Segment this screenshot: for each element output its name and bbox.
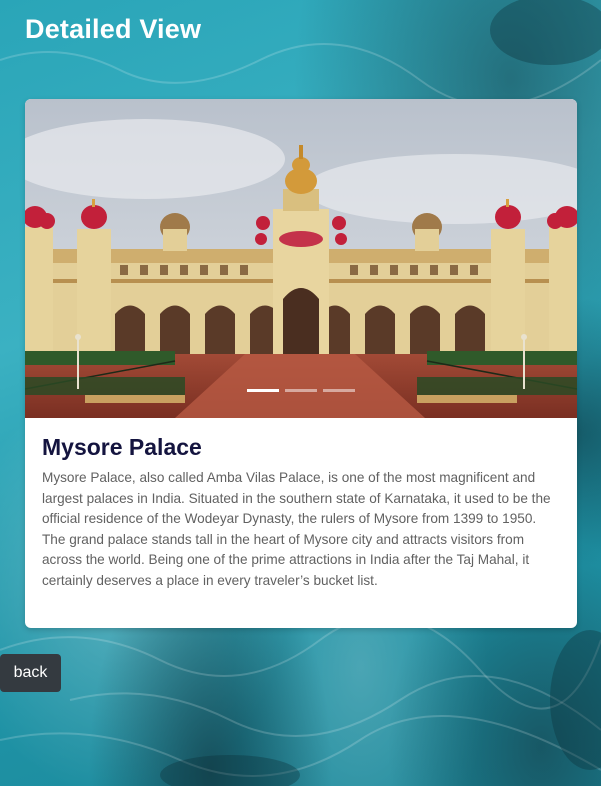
palace-image (25, 99, 577, 418)
carousel-indicator[interactable] (323, 389, 355, 392)
card-body: Mysore Palace Mysore Palace, also called… (25, 418, 577, 591)
place-title: Mysore Palace (42, 434, 202, 460)
page-title: Detailed View (25, 14, 202, 44)
carousel-indicators (25, 389, 577, 392)
image-carousel[interactable] (25, 99, 577, 418)
carousel-indicator[interactable] (247, 389, 279, 392)
carousel-indicator[interactable] (285, 389, 317, 392)
place-description: Mysore Palace, also called Amba Vilas Pa… (42, 470, 551, 588)
place-card: Mysore Palace Mysore Palace, also called… (25, 99, 577, 628)
back-button[interactable]: back (0, 654, 61, 692)
